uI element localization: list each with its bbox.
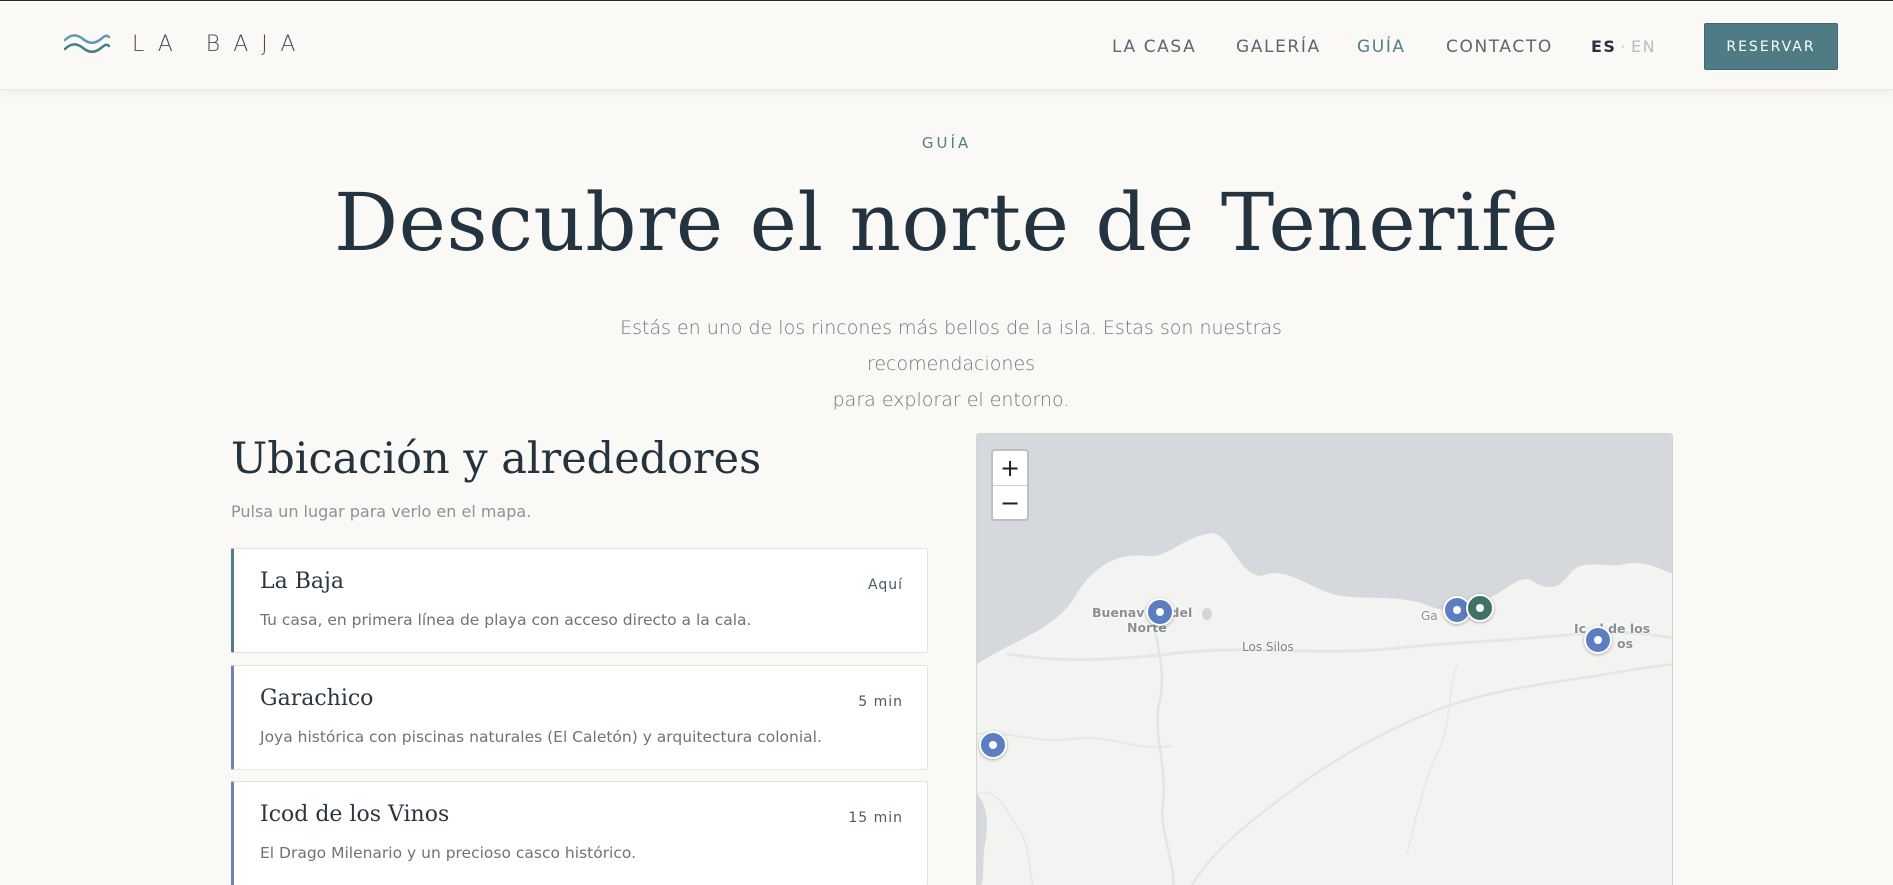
location-description: Tu casa, en primera línea de playa con a…: [260, 611, 752, 629]
map-marker-la-baja[interactable]: [1466, 594, 1494, 622]
zoom-in-button[interactable]: +: [993, 451, 1027, 485]
nav-galeria[interactable]: GALERÍA: [1236, 37, 1321, 57]
map-label-buenavista: Buenav del: [1092, 606, 1192, 620]
zoom-out-button[interactable]: −: [993, 485, 1027, 519]
intro-line-2: para explorar el entorno.: [832, 389, 1070, 411]
intro-line-1: Estás en uno de los rincones más bellos …: [620, 317, 1282, 375]
map-zoom-control: + −: [991, 449, 1029, 521]
location-description: El Drago Milenario y un precioso casco h…: [260, 844, 637, 862]
nav-guia[interactable]: GUÍA: [1357, 37, 1406, 57]
map-label-icod-2: os: [1617, 636, 1634, 651]
locations-hint: Pulsa un lugar para verlo en el mapa.: [231, 502, 532, 521]
map-marker-teno[interactable]: [979, 731, 1007, 759]
map-label-los-silos: Los Silos: [1242, 640, 1294, 654]
reserve-button[interactable]: RESERVAR: [1704, 23, 1838, 70]
location-card-la-baja[interactable]: La Baja Aquí Tu casa, en primera línea d…: [231, 548, 928, 653]
nav-contacto[interactable]: CONTACTO: [1446, 37, 1553, 57]
location-card-icod[interactable]: Icod de los Vinos 15 min El Drago Milena…: [231, 781, 928, 885]
lang-en[interactable]: EN: [1631, 37, 1656, 56]
nav-la-casa[interactable]: LA CASA: [1112, 37, 1196, 57]
intro-text: Estás en uno de los rincones más bellos …: [546, 310, 1356, 418]
lang-separator: ·: [1620, 37, 1628, 56]
map-label-text: Buenav: [1092, 605, 1145, 620]
locations-title: Ubicación y alrededores: [231, 434, 762, 484]
lang-es[interactable]: ES: [1591, 37, 1616, 56]
location-name: Garachico: [260, 686, 374, 711]
language-switcher: ES · EN: [1591, 37, 1656, 56]
location-name: Icod de los Vinos: [260, 802, 450, 827]
map-label-garachico: Ga: [1421, 609, 1438, 623]
location-description: Joya histórica con piscinas naturales (E…: [260, 728, 822, 746]
location-distance: Aquí: [868, 577, 903, 593]
page-title: Descubre el norte de Tenerife: [334, 176, 1559, 269]
location-distance: 5 min: [858, 694, 903, 710]
location-card-garachico[interactable]: Garachico 5 min Joya histórica con pisci…: [231, 665, 928, 770]
map-terrain: [977, 434, 1672, 885]
map-marker-icod[interactable]: [1584, 626, 1612, 654]
location-name: La Baja: [260, 569, 344, 594]
site-header: LA BAJA LA CASA GALERÍA GUÍA CONTACTO ES…: [0, 1, 1893, 90]
section-eyebrow: GUÍA: [921, 134, 972, 152]
location-distance: 15 min: [848, 810, 903, 826]
map[interactable]: + − Buenav del Norte Los Silos Ga Ic d d…: [976, 433, 1673, 885]
map-marker-buenavista[interactable]: [1146, 598, 1174, 626]
